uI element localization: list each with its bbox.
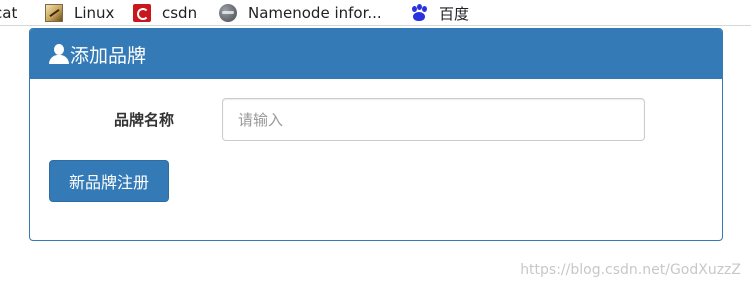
bookmark-label: csdn bbox=[162, 4, 198, 22]
baidu-icon bbox=[410, 4, 428, 22]
bookmark-label: 百度 bbox=[439, 4, 470, 23]
panel-title: 添加品牌 bbox=[70, 44, 147, 67]
bookmark-cat[interactable]: cat bbox=[0, 0, 17, 26]
bookmark-label: cat bbox=[0, 4, 18, 22]
bookmarks-bar: cat Linux csdn Namenode infor... 百度 bbox=[0, 0, 751, 26]
watermark: https://blog.csdn.net/GodXuzzZ bbox=[520, 262, 741, 278]
bookmark-namenode[interactable]: Namenode infor... bbox=[219, 0, 382, 26]
bookmark-linux[interactable]: Linux bbox=[45, 0, 114, 26]
add-brand-panel: 添加品牌 品牌名称 新品牌注册 bbox=[29, 28, 723, 241]
bookmark-label: Linux bbox=[74, 4, 115, 22]
brand-name-label: 品牌名称 bbox=[114, 111, 175, 129]
linux-icon bbox=[45, 4, 63, 22]
user-icon bbox=[49, 44, 69, 64]
bookmark-label: Namenode infor... bbox=[248, 4, 382, 22]
globe-icon bbox=[219, 4, 237, 22]
panel-heading: 添加品牌 bbox=[30, 29, 722, 79]
csdn-icon bbox=[133, 4, 151, 22]
brand-name-input[interactable] bbox=[222, 98, 645, 141]
bookmark-baidu[interactable]: 百度 bbox=[410, 0, 469, 26]
register-brand-button[interactable]: 新品牌注册 bbox=[49, 160, 169, 202]
bookmark-csdn[interactable]: csdn bbox=[133, 0, 197, 26]
